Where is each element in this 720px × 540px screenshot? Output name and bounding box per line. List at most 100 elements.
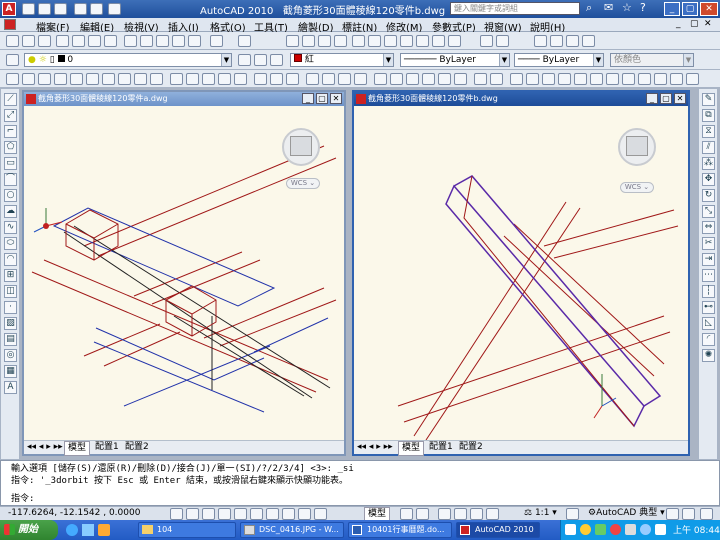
design-center-icon[interactable] [368, 35, 381, 47]
pan-status-icon[interactable] [438, 508, 451, 520]
otrack-icon[interactable] [250, 508, 263, 520]
minimize-button[interactable]: _ [664, 2, 680, 16]
polygon-icon[interactable]: ⬠ [4, 141, 17, 154]
copy-obj-icon[interactable]: ⧉ [702, 109, 715, 122]
window-a-minimize[interactable]: _ [302, 93, 314, 104]
lwt-icon[interactable] [298, 508, 311, 520]
spline-icon[interactable]: ∿ [4, 221, 17, 234]
color-dropdown[interactable]: 紅 ▼ [290, 53, 394, 67]
section-plane-icon[interactable] [474, 73, 487, 85]
visual-style-icon[interactable] [582, 35, 595, 47]
annotation-visibility-icon[interactable] [566, 508, 579, 520]
match-prop-icon[interactable] [172, 35, 185, 47]
layer-dropdown[interactable]: ● ☼ ▯ 0 ▼ [24, 53, 232, 67]
planar-surface-icon[interactable] [150, 73, 163, 85]
revolve-icon[interactable] [218, 73, 231, 85]
make-block-icon[interactable]: ◫ [4, 285, 17, 298]
volume-icon[interactable] [655, 524, 666, 535]
wcs-menu-b[interactable]: WCS ⌄ [620, 182, 654, 193]
save-file-icon[interactable] [38, 35, 51, 47]
3d-dwf-icon[interactable] [104, 35, 117, 47]
command-window[interactable]: 輸入選項 [儲存(S)/還原(R)/刪除(D)/接合(J)/單一(SI)/?/2… [0, 460, 720, 506]
ucs-z-icon[interactable] [686, 73, 699, 85]
window-b-close[interactable]: ✕ [674, 93, 686, 104]
table-icon[interactable]: ▦ [4, 365, 17, 378]
rectangle-icon[interactable]: ▭ [4, 157, 17, 170]
zoom-status-icon[interactable] [454, 508, 467, 520]
extend-icon[interactable]: ⇥ [702, 253, 715, 266]
paste-icon[interactable] [156, 35, 169, 47]
block-editor-icon[interactable] [188, 35, 201, 47]
break-point-icon[interactable]: ⋯ [702, 269, 715, 282]
convert-solid-icon[interactable] [406, 73, 419, 85]
window-b-maximize[interactable]: ▢ [660, 93, 672, 104]
trim-icon[interactable]: ✂ [702, 237, 715, 250]
torus-icon[interactable] [102, 73, 115, 85]
extrude-icon[interactable] [170, 73, 183, 85]
chamfer-icon[interactable]: ◺ [702, 317, 715, 330]
polar-icon[interactable] [218, 508, 231, 520]
thicken-icon[interactable] [390, 73, 403, 85]
tab-nav-b-icon[interactable]: ◂◂ ◂ ▸ ▸▸ [354, 441, 396, 454]
sweep-icon[interactable] [202, 73, 215, 85]
quicklaunch-desktop-icon[interactable] [82, 524, 94, 536]
break-icon[interactable]: ┆ [702, 285, 715, 298]
tab-nav-icon[interactable]: ◂◂ ◂ ▸ ▸▸ [24, 441, 66, 454]
task-word-doc[interactable]: 10401行事曆題.do... [348, 522, 452, 538]
ellipse-arc-icon[interactable]: ◠ [4, 253, 17, 266]
quickview-layouts-icon[interactable] [400, 508, 413, 520]
menu-minimize-icon[interactable]: _ [676, 19, 681, 29]
tab-model[interactable]: 模型 [64, 441, 91, 456]
tab-model-b[interactable]: 模型 [398, 441, 425, 456]
ucs-origin-icon[interactable] [606, 73, 619, 85]
construction-line-icon[interactable]: ⤢ [4, 109, 17, 122]
arc-icon[interactable]: ⌒ [4, 173, 17, 186]
undo-icon[interactable] [74, 3, 87, 15]
quickcalc-icon[interactable] [432, 35, 445, 47]
ucs-world-icon[interactable] [526, 73, 539, 85]
ucs-face-icon[interactable] [558, 73, 571, 85]
zoom-window-icon[interactable] [318, 35, 331, 47]
osnap-icon[interactable] [234, 508, 247, 520]
point-icon[interactable]: · [4, 301, 17, 314]
offset-icon[interactable]: ⫽ [702, 141, 715, 154]
layer-previous-icon[interactable] [254, 54, 267, 66]
linetype-dropdown[interactable]: ────── ByLayer ▼ [400, 53, 510, 67]
explode-icon[interactable]: ✺ [702, 349, 715, 362]
rotate-icon[interactable]: ↻ [702, 189, 715, 202]
polysolid-icon[interactable] [6, 73, 19, 85]
markup-icon[interactable] [416, 35, 429, 47]
community-icon[interactable]: ✉ [604, 1, 613, 14]
redo-icon[interactable] [90, 3, 103, 15]
ducs-icon[interactable] [266, 508, 279, 520]
fillet-icon[interactable]: ◜ [702, 333, 715, 346]
imprint-icon[interactable] [454, 73, 467, 85]
preview-icon[interactable] [72, 35, 85, 47]
circle-icon[interactable]: ○ [4, 189, 17, 202]
ortho-icon[interactable] [202, 508, 215, 520]
pyramid-icon[interactable] [118, 73, 131, 85]
window-b-minimize[interactable]: _ [646, 93, 658, 104]
viewcube-face-icon[interactable] [290, 136, 312, 156]
properties-icon[interactable] [352, 35, 365, 47]
steering-wheel-icon[interactable] [470, 508, 483, 520]
search-icon[interactable]: ⌕ [586, 1, 592, 15]
ucs-y-icon[interactable] [670, 73, 683, 85]
tool-palettes-icon[interactable] [384, 35, 397, 47]
tray-icon-5[interactable] [640, 524, 651, 535]
open-file-icon[interactable] [22, 35, 35, 47]
render-icon[interactable] [566, 35, 579, 47]
union-icon[interactable] [254, 73, 267, 85]
ime-icon[interactable] [565, 524, 576, 535]
start-button[interactable]: 開始 [0, 520, 58, 540]
coordinates[interactable]: -117.6264, -12.1542 , 0.0000 [8, 507, 140, 520]
revcloud-icon[interactable]: ☁ [4, 205, 17, 218]
subtract-icon[interactable] [270, 73, 283, 85]
clock[interactable]: 上午 08:44 [673, 523, 720, 536]
extract-edges-icon[interactable] [438, 73, 451, 85]
wedge-icon[interactable] [38, 73, 51, 85]
convert-surface-icon[interactable] [422, 73, 435, 85]
tab-layout2-b[interactable]: 配置2 [456, 441, 486, 454]
annotation-scale[interactable]: ⚖ 1:1 ▾ [524, 507, 557, 520]
viewcube-b-face-icon[interactable] [626, 136, 648, 156]
